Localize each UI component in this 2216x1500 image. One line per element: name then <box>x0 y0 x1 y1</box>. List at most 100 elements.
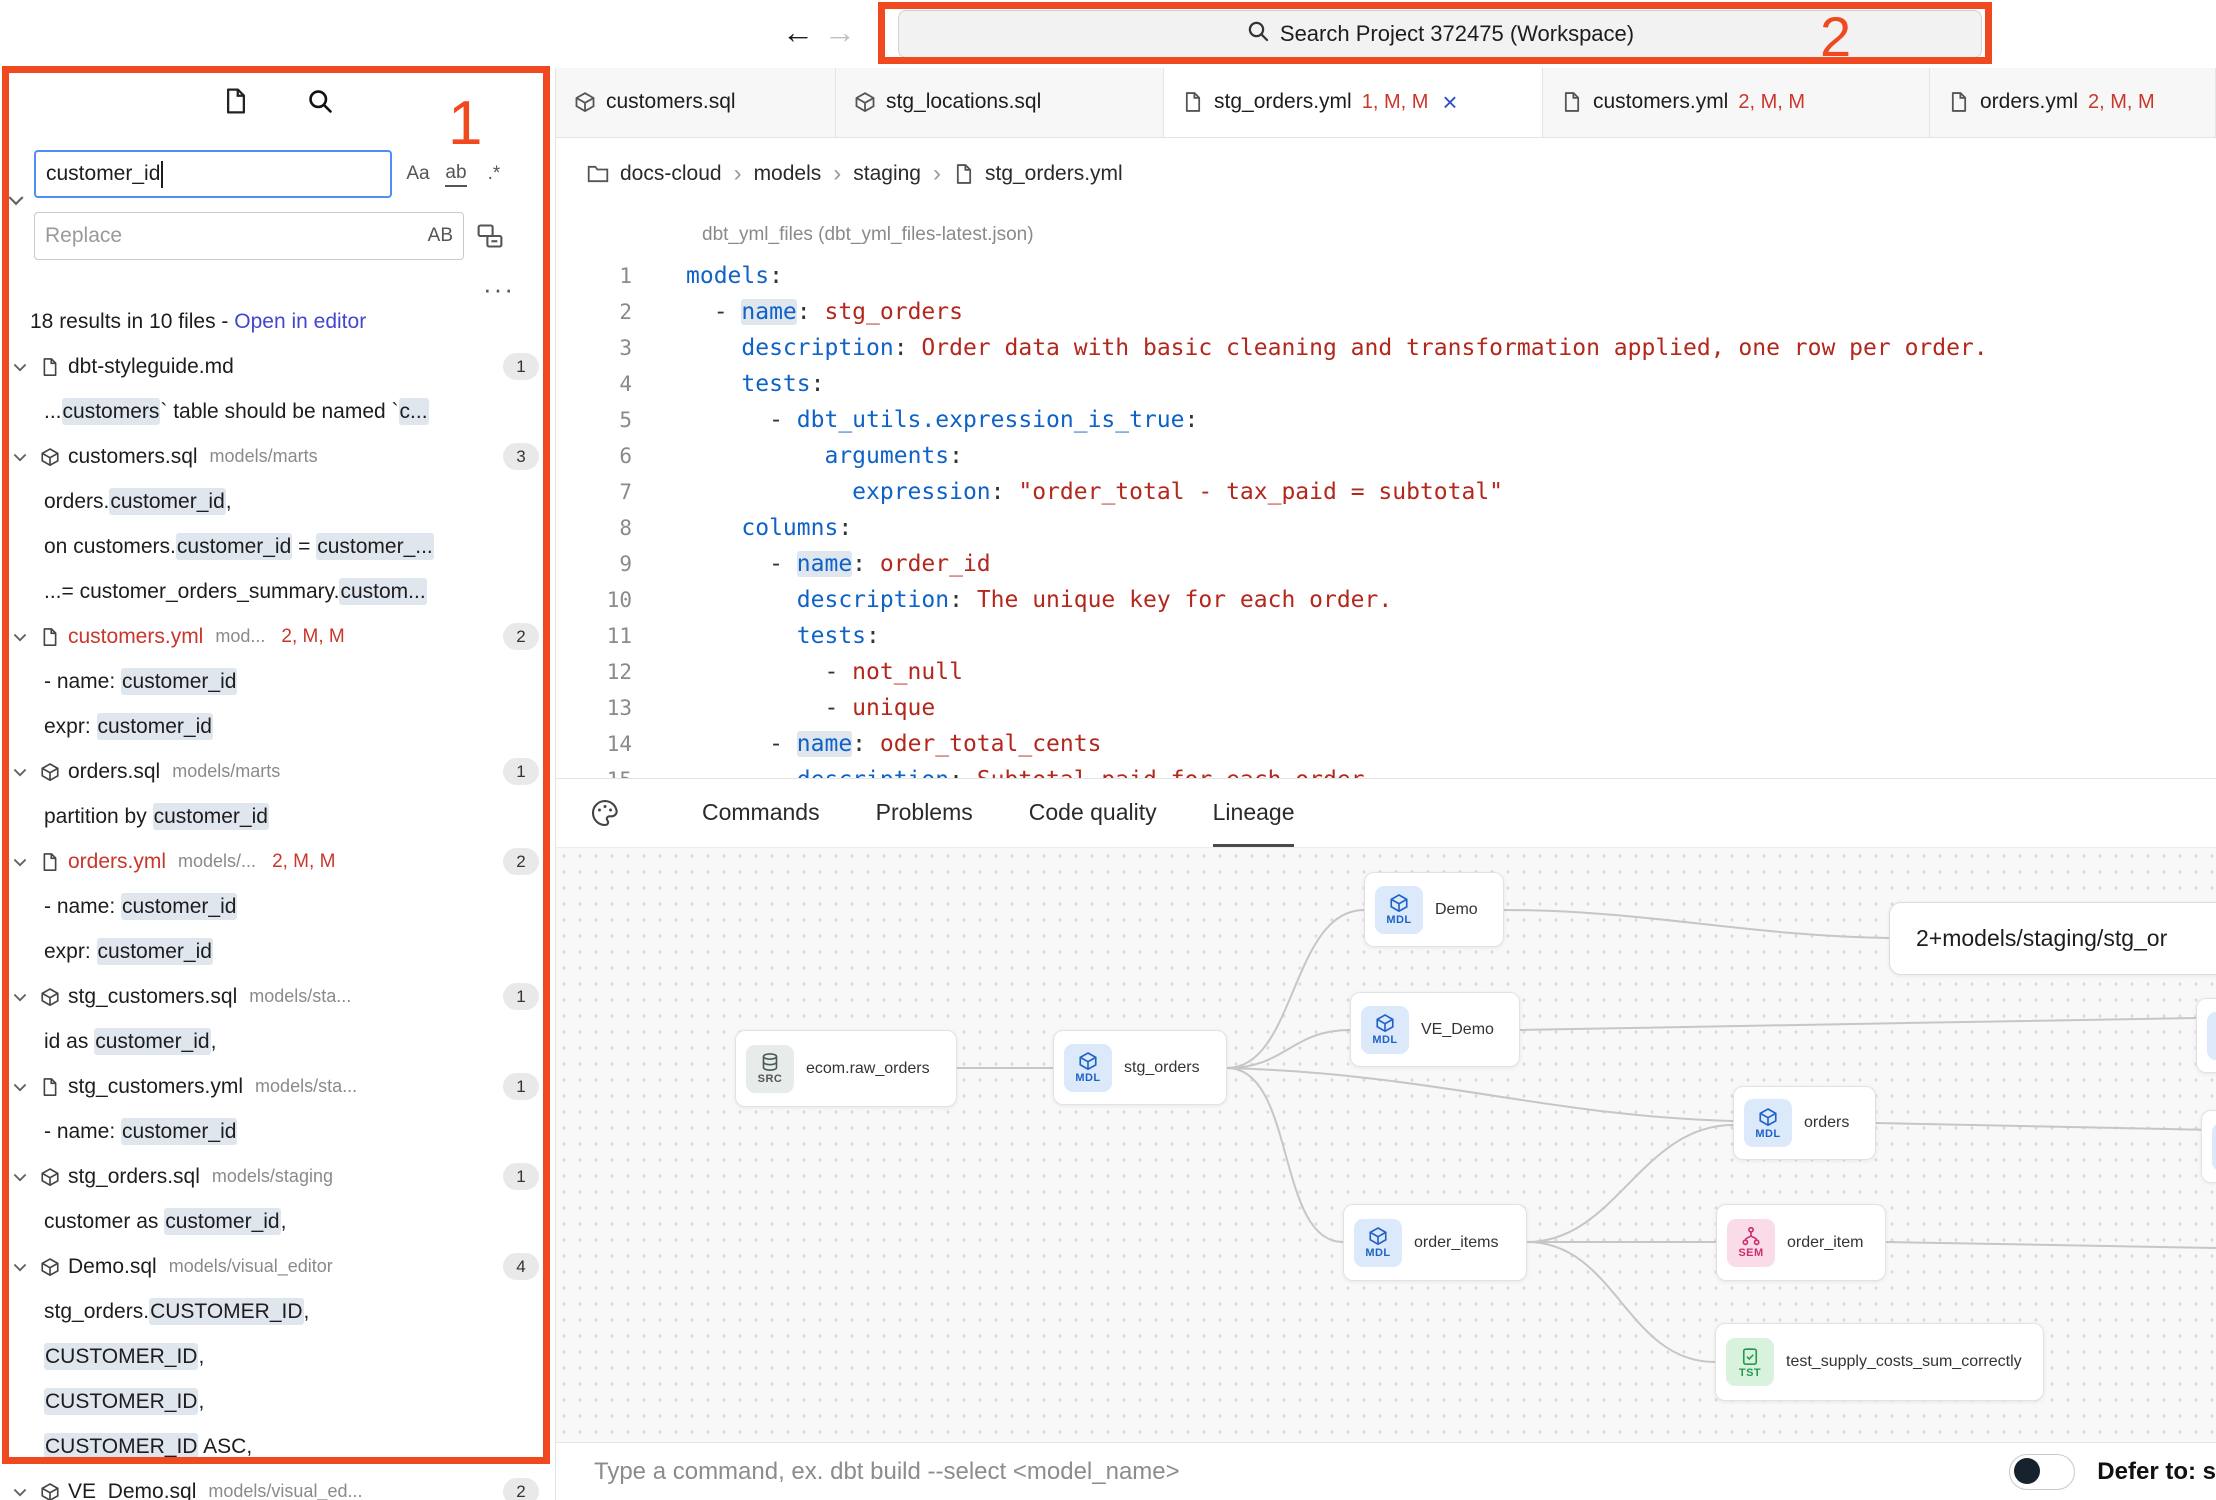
breadcrumb-item[interactable]: docs-cloud <box>620 162 722 186</box>
lineage-node-partial[interactable]: MDL <box>2201 1110 2216 1183</box>
search-match[interactable]: CUSTOMER_ID ASC, <box>0 1424 555 1469</box>
code-line[interactable]: 11 tests: <box>556 618 2216 654</box>
mdl-badge: MDL <box>1744 1099 1792 1147</box>
code-editor[interactable]: dbt_yml_files (dbt_yml_files-latest.json… <box>556 210 2216 778</box>
search-match[interactable]: ...customers` table should be named `c..… <box>0 389 555 434</box>
search-result-file[interactable]: stg_customers.yml models/sta... 1 <box>0 1064 555 1109</box>
lineage-node[interactable]: MDLDemo <box>1364 872 1504 947</box>
search-result-file[interactable]: dbt-styleguide.md 1 <box>0 344 555 389</box>
code-line[interactable]: 9 - name: order_id <box>556 546 2216 582</box>
replace-all-button[interactable] <box>470 216 510 256</box>
lineage-node[interactable]: MDLstg_orders <box>1053 1030 1227 1105</box>
lineage-canvas[interactable]: SRCecom.raw_orders MDLstg_orders MDLDemo MD… <box>556 847 2216 1442</box>
search-match[interactable]: stg_orders.CUSTOMER_ID, <box>0 1289 555 1334</box>
search-result-file[interactable]: orders.yml models/...2, M, M 2 <box>0 839 555 884</box>
tab-stg_locations-sql[interactable]: stg_locations.sql <box>836 68 1164 137</box>
search-match[interactable]: expr: customer_id <box>0 929 555 974</box>
code-line[interactable]: 8 columns: <box>556 510 2216 546</box>
breadcrumb-item[interactable]: models <box>754 162 822 186</box>
lineage-node[interactable]: SRCecom.raw_orders <box>735 1030 957 1107</box>
chevron-down-icon[interactable] <box>10 852 32 872</box>
open-in-editor-link[interactable]: Open in editor <box>234 310 366 333</box>
search-match[interactable]: expr: customer_id <box>0 704 555 749</box>
code-line[interactable]: 12 - not_null <box>556 654 2216 690</box>
search-match[interactable]: CUSTOMER_ID, <box>0 1334 555 1379</box>
panel-tab-commands[interactable]: Commands <box>702 779 820 848</box>
search-result-file[interactable]: customers.yml mod...2, M, M 2 <box>0 614 555 659</box>
search-result-file[interactable]: VE_Demo.sql models/visual_ed... 2 <box>0 1469 555 1500</box>
chevron-down-icon[interactable] <box>10 1257 32 1277</box>
line-number: 9 <box>582 546 632 582</box>
search-result-file[interactable]: orders.sql models/marts 1 <box>0 749 555 794</box>
code-line[interactable]: 5 - dbt_utils.expression_is_true: <box>556 402 2216 438</box>
panel-tab-problems[interactable]: Problems <box>876 779 973 848</box>
search-input[interactable]: customer_id <box>34 150 392 198</box>
more-actions-button[interactable]: ··· <box>483 284 515 294</box>
defer-toggle[interactable] <box>2009 1454 2075 1490</box>
tab-customers-yml[interactable]: customers.yml2, M, M <box>1543 68 1930 137</box>
tab-customers-sql[interactable]: customers.sql <box>556 68 836 137</box>
lineage-node[interactable]: TSTtest_supply_costs_sum_correctly <box>1715 1323 2044 1401</box>
whole-word-button[interactable]: ab <box>438 156 474 192</box>
search-result-file[interactable]: customers.sql models/marts 3 <box>0 434 555 479</box>
chevron-down-icon[interactable] <box>10 1167 32 1187</box>
search-match[interactable]: on customers.customer_id = customer_... <box>0 524 555 569</box>
search-match[interactable]: ...= customer_orders_summary.custom... <box>0 569 555 614</box>
search-match[interactable]: - name: customer_id <box>0 884 555 929</box>
command-input[interactable]: Type a command, ex. dbt build --select <… <box>594 1458 2009 1486</box>
search-match[interactable]: - name: customer_id <box>0 659 555 704</box>
tab-stg_orders-yml[interactable]: stg_orders.yml1, M, M× <box>1164 68 1543 137</box>
code-line[interactable]: 14 - name: oder_total_cents <box>556 726 2216 762</box>
palette-icon[interactable] <box>590 798 620 828</box>
search-match[interactable]: orders.customer_id, <box>0 479 555 524</box>
panel-tab-lineage[interactable]: Lineage <box>1213 779 1295 848</box>
lineage-group-node[interactable]: 2+models/staging/stg_or <box>1889 902 2216 975</box>
search-match[interactable]: customer as customer_id, <box>0 1199 555 1244</box>
lineage-node[interactable]: MDLorder_items <box>1343 1204 1527 1281</box>
tab-orders-yml[interactable]: orders.yml2, M, M <box>1930 68 2216 137</box>
chevron-down-icon[interactable] <box>10 762 32 782</box>
search-result-file[interactable]: stg_customers.sql models/sta... 1 <box>0 974 555 1019</box>
file-explorer-button[interactable] <box>216 83 256 123</box>
close-icon[interactable]: × <box>1442 87 1457 118</box>
search-result-file[interactable]: stg_orders.sql models/staging 1 <box>0 1154 555 1199</box>
lineage-node[interactable]: MDLorders <box>1733 1086 1876 1160</box>
chevron-down-icon[interactable] <box>10 447 32 467</box>
search-panel-button[interactable] <box>300 83 340 123</box>
replace-input[interactable]: Replace AB <box>34 212 464 260</box>
search-match[interactable]: partition by customer_id <box>0 794 555 839</box>
code-line[interactable]: 7 expression: "order_total - tax_paid = … <box>556 474 2216 510</box>
chevron-down-icon[interactable] <box>10 987 32 1007</box>
chevron-down-icon[interactable] <box>10 1482 32 1500</box>
code-line[interactable]: 13 - unique <box>556 690 2216 726</box>
forward-button[interactable]: → <box>820 12 860 52</box>
search-match[interactable]: CUSTOMER_ID, <box>0 1379 555 1424</box>
code-line[interactable]: 3 description: Order data with basic cle… <box>556 330 2216 366</box>
match-case-button[interactable]: Aa <box>400 156 436 192</box>
panel-tab-code-quality[interactable]: Code quality <box>1029 779 1157 848</box>
code-line[interactable]: 15 description: Subtotal paid for each o… <box>556 762 2216 778</box>
chevron-down-icon[interactable] <box>10 627 32 647</box>
code-line[interactable]: 1models: <box>556 258 2216 294</box>
search-match[interactable]: id as customer_id, <box>0 1019 555 1064</box>
lineage-node[interactable]: SEMorder_item <box>1716 1204 1886 1281</box>
code-line[interactable]: 2 - name: stg_orders <box>556 294 2216 330</box>
code-line[interactable]: 10 description: The unique key for each … <box>556 582 2216 618</box>
back-button[interactable]: ← <box>778 12 818 52</box>
regex-button[interactable]: .* <box>476 156 512 192</box>
code-line[interactable]: 4 tests: <box>556 366 2216 402</box>
code-line[interactable]: 6 arguments: <box>556 438 2216 474</box>
mdl-badge: MDL <box>2207 1012 2216 1060</box>
search-result-file[interactable]: Demo.sql models/visual_editor 4 <box>0 1244 555 1289</box>
breadcrumb-file[interactable]: stg_orders.yml <box>985 162 1123 186</box>
chevron-down-icon[interactable] <box>10 357 32 377</box>
chevron-down-icon[interactable] <box>10 1077 32 1097</box>
preserve-case-button[interactable]: AB <box>428 225 453 247</box>
project-search-bar[interactable]: Search Project 372475 (Workspace) <box>898 10 1982 58</box>
lineage-node-partial[interactable]: MDL <box>2196 998 2216 1073</box>
breadcrumb-item[interactable]: staging <box>853 162 921 186</box>
search-match[interactable]: - name: customer_id <box>0 1109 555 1154</box>
breadcrumb: docs-cloud›models›staging›stg_orders.yml <box>556 138 2216 210</box>
toggle-replace-chevron-icon[interactable] <box>4 188 28 217</box>
lineage-node[interactable]: MDLVE_Demo <box>1350 992 1520 1067</box>
